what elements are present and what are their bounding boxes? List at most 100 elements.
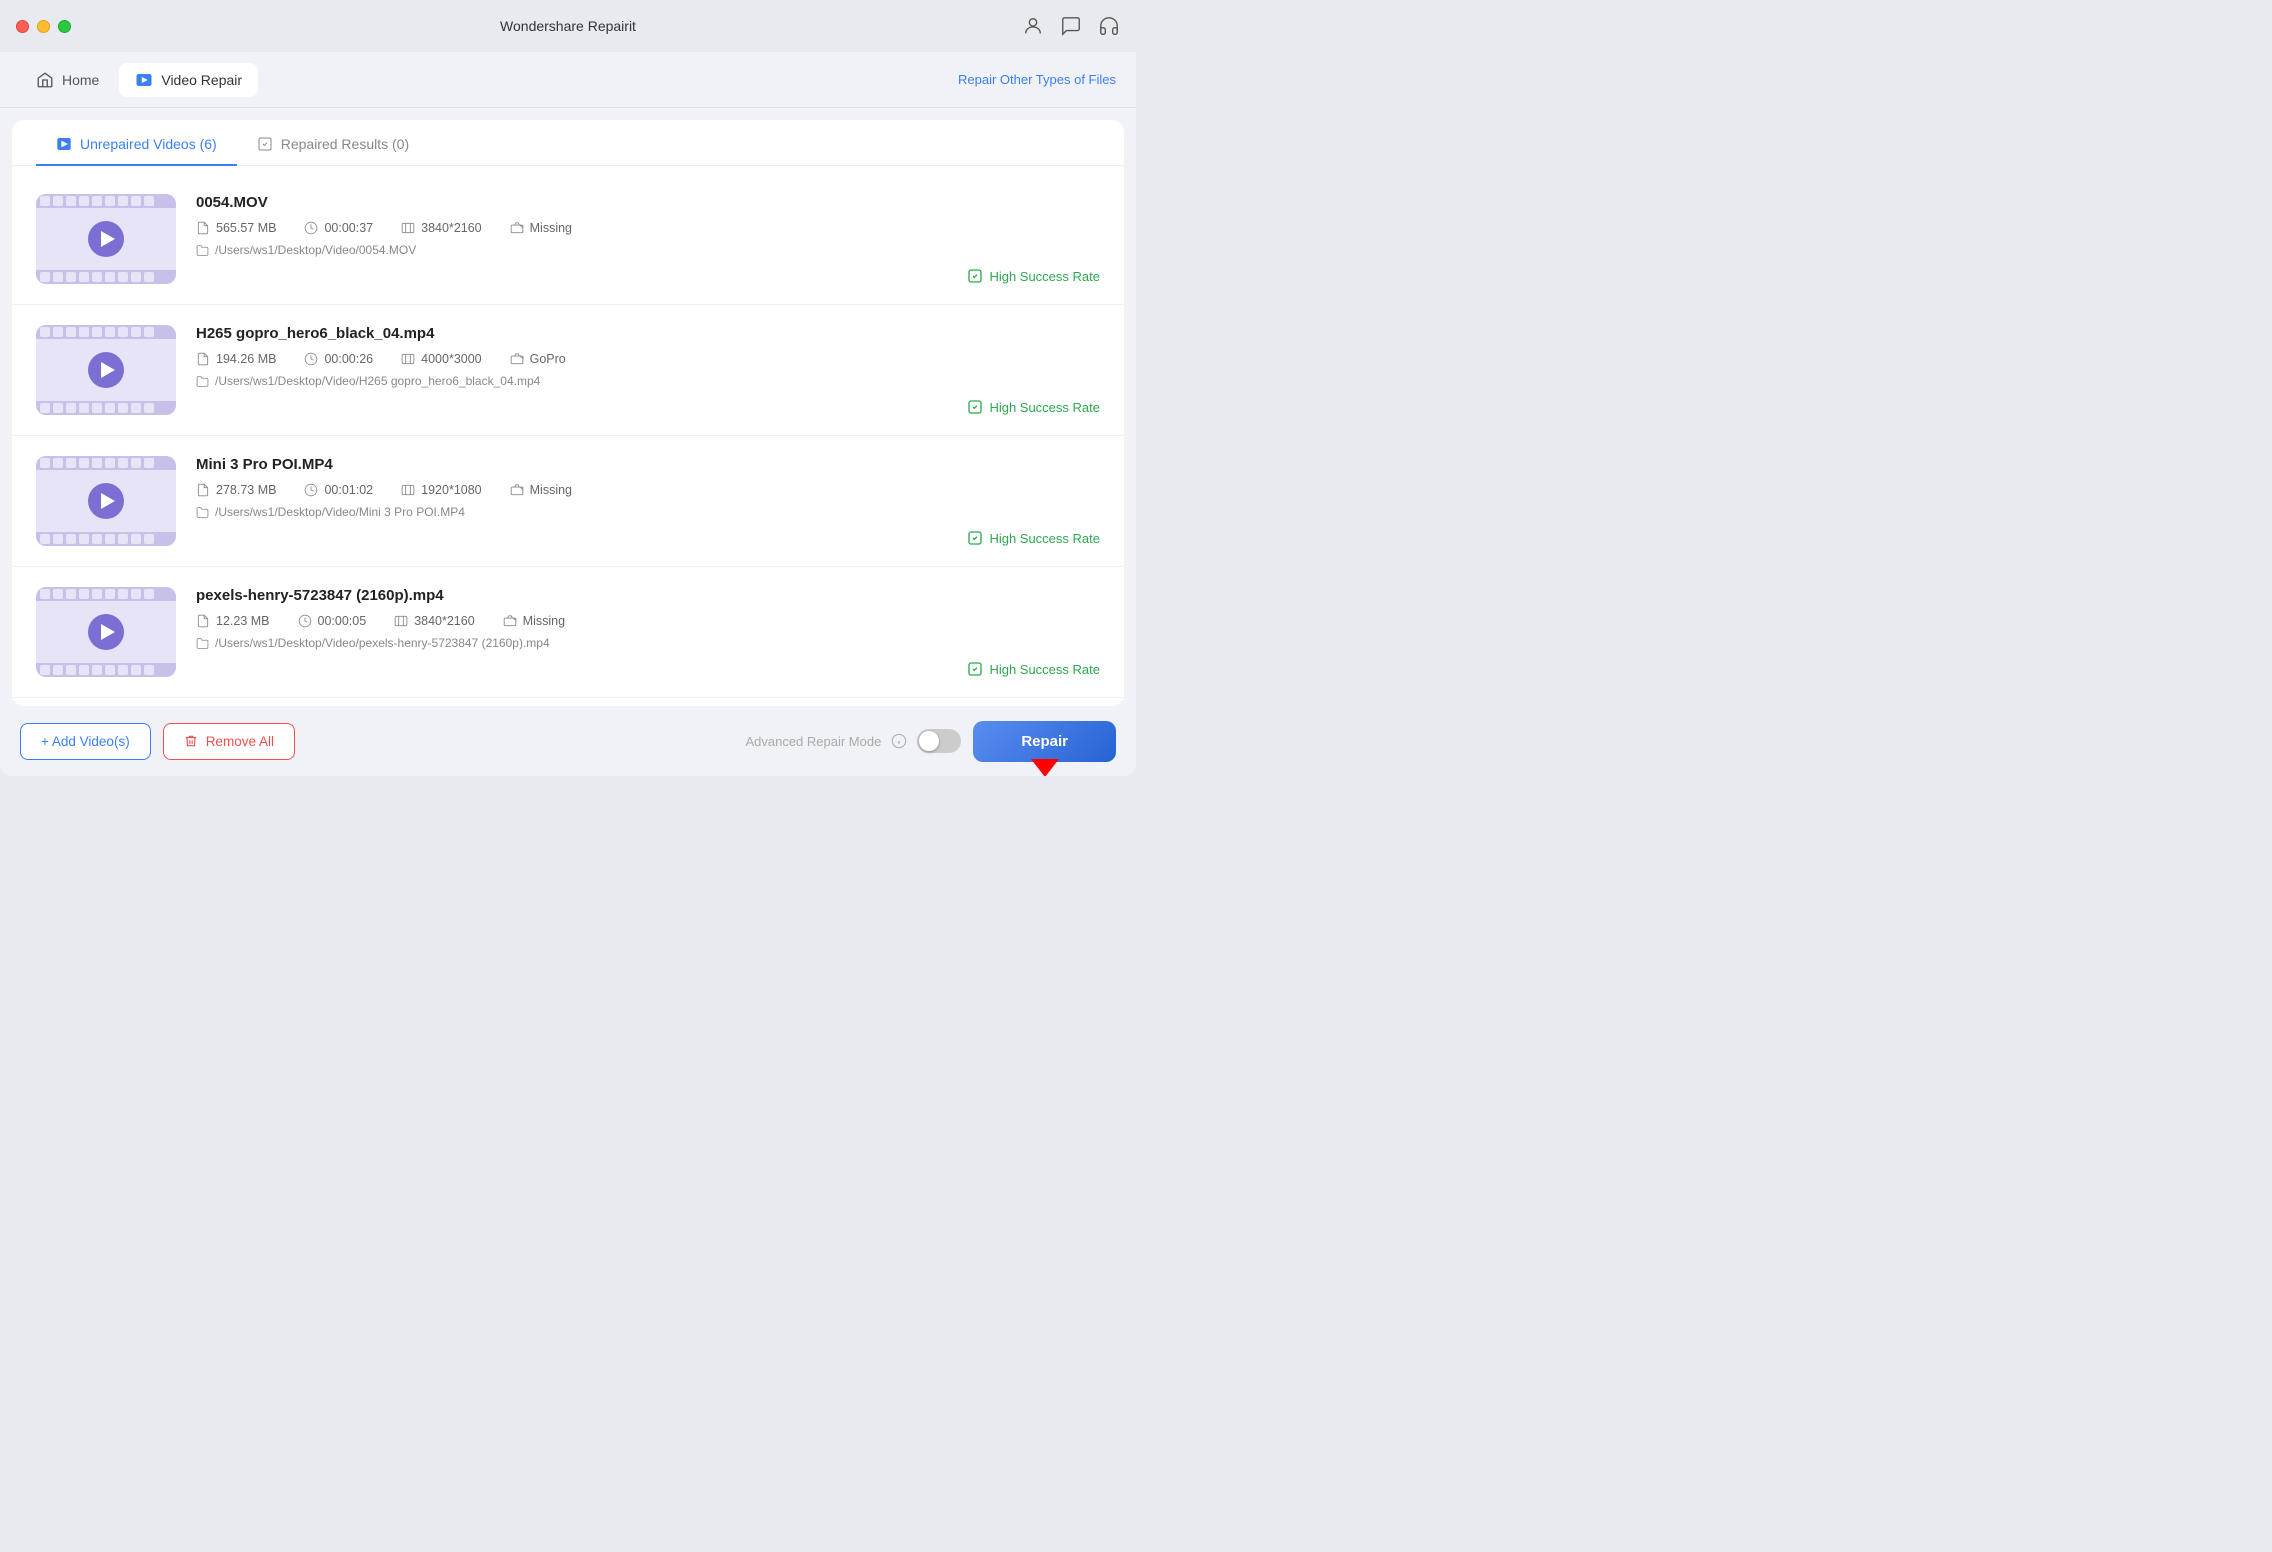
video-info-3: pexels-henry-5723847 (2160p).mp4 12.23 M… bbox=[196, 587, 1100, 650]
file-icon-1 bbox=[196, 352, 210, 366]
meta-duration-3: 00:00:05 bbox=[298, 614, 367, 628]
toggle-knob bbox=[919, 731, 939, 751]
trash-icon bbox=[184, 734, 198, 748]
clock-icon-0 bbox=[304, 221, 318, 235]
video-thumbnail-3 bbox=[36, 587, 176, 677]
resolution-icon-1 bbox=[401, 352, 415, 366]
tab-unrepaired-label: Unrepaired Videos (6) bbox=[80, 136, 217, 152]
tabs-row: Unrepaired Videos (6) Repaired Results (… bbox=[12, 120, 1124, 166]
nav-tab-video-repair[interactable]: Video Repair bbox=[119, 63, 258, 97]
clock-icon-1 bbox=[304, 352, 318, 366]
duration-value-1: 00:00:26 bbox=[324, 352, 373, 366]
folder-icon-0 bbox=[196, 244, 209, 257]
success-rate-2: High Success Rate bbox=[967, 530, 1100, 546]
video-info-2: Mini 3 Pro POI.MP4 278.73 MB bbox=[196, 456, 1100, 519]
film-strip-top-2 bbox=[36, 456, 176, 470]
film-strip-bottom-0 bbox=[36, 270, 176, 284]
meta-camera-1: GoPro bbox=[510, 352, 566, 366]
camera-icon-2 bbox=[510, 483, 524, 497]
play-triangle-1 bbox=[101, 362, 115, 378]
video-info-1: H265 gopro_hero6_black_04.mp4 194.26 MB bbox=[196, 325, 1100, 388]
video-path-0: /Users/ws1/Desktop/Video/0054.MOV bbox=[196, 243, 1100, 257]
file-icon-0 bbox=[196, 221, 210, 235]
headset-icon[interactable] bbox=[1098, 15, 1120, 37]
add-video-button[interactable]: + Add Video(s) bbox=[20, 723, 151, 760]
clock-icon-2 bbox=[304, 483, 318, 497]
minimize-button[interactable] bbox=[37, 20, 50, 33]
video-name-1: H265 gopro_hero6_black_04.mp4 bbox=[196, 325, 1100, 342]
play-button-3[interactable] bbox=[88, 614, 124, 650]
video-info-0: 0054.MOV 565.57 MB 00: bbox=[196, 194, 1100, 257]
film-strip-bottom-3 bbox=[36, 663, 176, 677]
video-name-3: pexels-henry-5723847 (2160p).mp4 bbox=[196, 587, 1100, 604]
red-arrow-icon bbox=[1031, 759, 1059, 777]
meta-camera-0: Missing bbox=[510, 221, 572, 235]
film-strip-bottom-1 bbox=[36, 401, 176, 415]
meta-camera-3: Missing bbox=[503, 614, 565, 628]
remove-all-button[interactable]: Remove All bbox=[163, 723, 295, 760]
unrepaired-tab-icon bbox=[56, 136, 72, 152]
camera-icon-3 bbox=[503, 614, 517, 628]
video-thumbnail-2 bbox=[36, 456, 176, 546]
close-button[interactable] bbox=[16, 20, 29, 33]
camera-icon-0 bbox=[510, 221, 524, 235]
video-item-2: Mini 3 Pro POI.MP4 278.73 MB bbox=[12, 436, 1124, 567]
video-repair-label: Video Repair bbox=[161, 72, 242, 88]
chat-icon[interactable] bbox=[1060, 15, 1082, 37]
camera-value-3: Missing bbox=[523, 614, 565, 628]
nav-tab-home[interactable]: Home bbox=[20, 63, 115, 97]
camera-value-2: Missing bbox=[530, 483, 572, 497]
traffic-lights bbox=[16, 20, 71, 33]
film-strip-top-0 bbox=[36, 194, 176, 208]
video-thumbnail-1 bbox=[36, 325, 176, 415]
repair-button[interactable]: Repair bbox=[973, 721, 1116, 762]
nav-tabs: Home Video Repair bbox=[20, 63, 258, 97]
tab-unrepaired[interactable]: Unrepaired Videos (6) bbox=[36, 120, 237, 166]
meta-size-0: 565.57 MB bbox=[196, 221, 276, 235]
repair-other-link[interactable]: Repair Other Types of Files bbox=[958, 72, 1116, 87]
play-button-2[interactable] bbox=[88, 483, 124, 519]
resolution-value-1: 4000*3000 bbox=[421, 352, 481, 366]
duration-value-0: 00:00:37 bbox=[324, 221, 373, 235]
video-meta-3: 12.23 MB 00:00:05 bbox=[196, 614, 1100, 628]
meta-camera-2: Missing bbox=[510, 483, 572, 497]
meta-resolution-1: 4000*3000 bbox=[401, 352, 481, 366]
advanced-mode-toggle[interactable] bbox=[917, 729, 961, 753]
app-window: Wondershare Repairit bbox=[0, 0, 1136, 776]
duration-value-3: 00:00:05 bbox=[318, 614, 367, 628]
play-button-1[interactable] bbox=[88, 352, 124, 388]
user-icon[interactable] bbox=[1022, 15, 1044, 37]
camera-value-1: GoPro bbox=[530, 352, 566, 366]
header-icons bbox=[1022, 15, 1120, 37]
resolution-icon-3 bbox=[394, 614, 408, 628]
info-icon bbox=[891, 733, 907, 749]
meta-duration-0: 00:00:37 bbox=[304, 221, 373, 235]
path-value-1: /Users/ws1/Desktop/Video/H265 gopro_hero… bbox=[215, 374, 540, 388]
meta-size-2: 278.73 MB bbox=[196, 483, 276, 497]
video-meta-2: 278.73 MB 00:01:02 bbox=[196, 483, 1100, 497]
path-value-2: /Users/ws1/Desktop/Video/Mini 3 Pro POI.… bbox=[215, 505, 465, 519]
video-path-2: /Users/ws1/Desktop/Video/Mini 3 Pro POI.… bbox=[196, 505, 1100, 519]
add-video-label: + Add Video(s) bbox=[41, 734, 130, 749]
play-button-0[interactable] bbox=[88, 221, 124, 257]
home-label: Home bbox=[62, 72, 99, 88]
meta-resolution-2: 1920*1080 bbox=[401, 483, 481, 497]
tab-repaired[interactable]: Repaired Results (0) bbox=[237, 120, 429, 166]
meta-duration-2: 00:01:02 bbox=[304, 483, 373, 497]
folder-icon-2 bbox=[196, 506, 209, 519]
success-rate-0: High Success Rate bbox=[967, 268, 1100, 284]
tab-repaired-label: Repaired Results (0) bbox=[281, 136, 409, 152]
play-triangle-3 bbox=[101, 624, 115, 640]
resolution-value-2: 1920*1080 bbox=[421, 483, 481, 497]
success-label-0: High Success Rate bbox=[989, 269, 1100, 284]
video-item-3: pexels-henry-5723847 (2160p).mp4 12.23 M… bbox=[12, 567, 1124, 698]
resolution-icon-2 bbox=[401, 483, 415, 497]
video-name-0: 0054.MOV bbox=[196, 194, 1100, 211]
maximize-button[interactable] bbox=[58, 20, 71, 33]
success-rate-1: High Success Rate bbox=[967, 399, 1100, 415]
success-icon-3 bbox=[967, 661, 983, 677]
size-value-0: 565.57 MB bbox=[216, 221, 276, 235]
title-bar: Wondershare Repairit bbox=[0, 0, 1136, 52]
video-repair-icon bbox=[135, 71, 153, 89]
repair-label: Repair bbox=[1021, 733, 1068, 750]
